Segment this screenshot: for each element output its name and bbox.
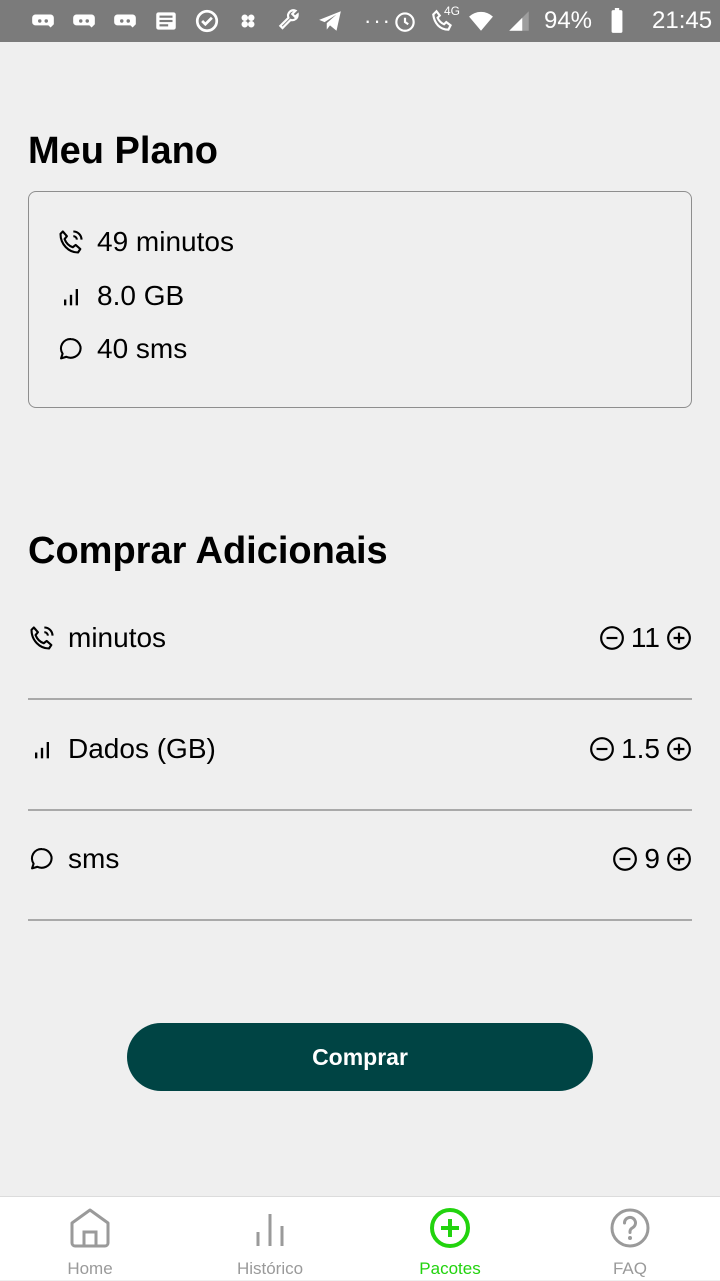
more-notifications-icon: ··· — [364, 8, 392, 33]
nav-label-faq: FAQ — [612, 1259, 647, 1278]
status-bar: ··· 4G 94% 21:45 — [0, 0, 720, 42]
buy-button[interactable]: Comprar — [127, 1023, 593, 1091]
data-increment-button[interactable] — [666, 736, 692, 762]
plan-minutes-row: 49 minutos — [57, 226, 234, 258]
signal-icon — [28, 735, 56, 763]
question-circle-icon — [610, 1208, 650, 1248]
phone-icon — [57, 228, 85, 256]
home-icon — [70, 1208, 110, 1248]
plan-sms-text: 40 sms — [97, 333, 188, 364]
minutes-stepper: 11 — [599, 622, 692, 654]
addon-sms-text: sms — [68, 843, 120, 874]
plan-sms-row: 40 sms — [57, 333, 187, 365]
data-stepper: 1.5 — [589, 733, 692, 765]
nav-item-historico[interactable]: Histórico — [180, 1197, 360, 1281]
chat-bubble-icon — [57, 335, 85, 363]
signal-strength-icon — [506, 8, 532, 34]
plus-circle-icon — [667, 626, 691, 650]
addons-title: Comprar Adicionais — [28, 530, 388, 572]
minus-circle-icon — [613, 847, 638, 871]
telegram-icon — [317, 8, 343, 34]
check-circle-icon — [194, 8, 220, 34]
bar-chart-icon — [256, 1214, 284, 1246]
wrench-icon — [276, 8, 302, 34]
minus-circle-icon — [590, 737, 614, 761]
plan-minutes-text: 49 minutos — [97, 226, 234, 257]
notification-icons: ··· — [30, 8, 392, 34]
phone-icon — [28, 624, 56, 652]
minutes-increment-button[interactable] — [666, 625, 692, 651]
addon-minutes-text: minutos — [68, 622, 167, 653]
data-decrement-button[interactable] — [589, 736, 615, 762]
addon-minutes-row: minutos 11 — [28, 590, 692, 700]
minutes-decrement-button[interactable] — [599, 625, 625, 651]
battery-icon — [604, 8, 630, 34]
discord-icon — [71, 8, 97, 34]
plus-circle-icon — [667, 847, 691, 871]
nav-label-home: Home — [67, 1259, 113, 1278]
addon-sms-label: sms — [28, 843, 119, 875]
nav-label-historico: Histórico — [236, 1259, 304, 1278]
battery-percent: 94% — [543, 7, 593, 34]
minus-circle-icon — [600, 626, 624, 650]
volte-call-icon: 4G — [430, 4, 460, 34]
wifi-icon — [468, 8, 494, 34]
nav-label-pacotes: Pacotes — [419, 1259, 481, 1278]
discord-icon — [30, 8, 56, 34]
bottom-nav: Home Histórico Pacotes FAQ — [0, 1196, 720, 1280]
app-icon — [235, 8, 261, 34]
discord-icon — [112, 8, 138, 34]
nav-item-pacotes[interactable]: Pacotes — [360, 1197, 540, 1281]
addon-data-text: Dados (GB) — [68, 733, 216, 764]
addon-data-label: Dados (GB) — [28, 733, 216, 765]
plan-title: Meu Plano — [28, 130, 219, 172]
addon-data-row: Dados (GB) 1.5 — [28, 701, 692, 811]
addon-sms-row: sms 9 — [28, 811, 692, 921]
network-type-label: 4G — [443, 4, 460, 18]
sms-quantity: 9 — [644, 843, 660, 874]
plus-circle-icon — [667, 737, 691, 761]
sms-decrement-button[interactable] — [612, 846, 638, 872]
sms-increment-button[interactable] — [666, 846, 692, 872]
addon-minutes-label: minutos — [28, 622, 166, 654]
plan-card: 49 minutos 8.0 GB 40 sms — [28, 191, 692, 408]
data-quantity: 1.5 — [621, 733, 660, 764]
nav-item-home[interactable]: Home — [0, 1197, 180, 1281]
plan-data-text: 8.0 GB — [97, 280, 185, 311]
plan-data-row: 8.0 GB — [57, 280, 184, 312]
chat-bubble-icon — [28, 845, 56, 873]
clock: 21:45 — [652, 7, 713, 34]
news-icon — [153, 8, 179, 34]
minutes-quantity: 11 — [630, 622, 660, 653]
signal-icon — [57, 282, 85, 310]
nav-item-faq[interactable]: FAQ — [540, 1197, 720, 1281]
plus-circle-icon — [430, 1208, 470, 1248]
alarm-icon — [392, 8, 418, 34]
sms-stepper: 9 — [612, 843, 692, 875]
system-icons: 4G 94% 21:45 — [392, 4, 713, 35]
